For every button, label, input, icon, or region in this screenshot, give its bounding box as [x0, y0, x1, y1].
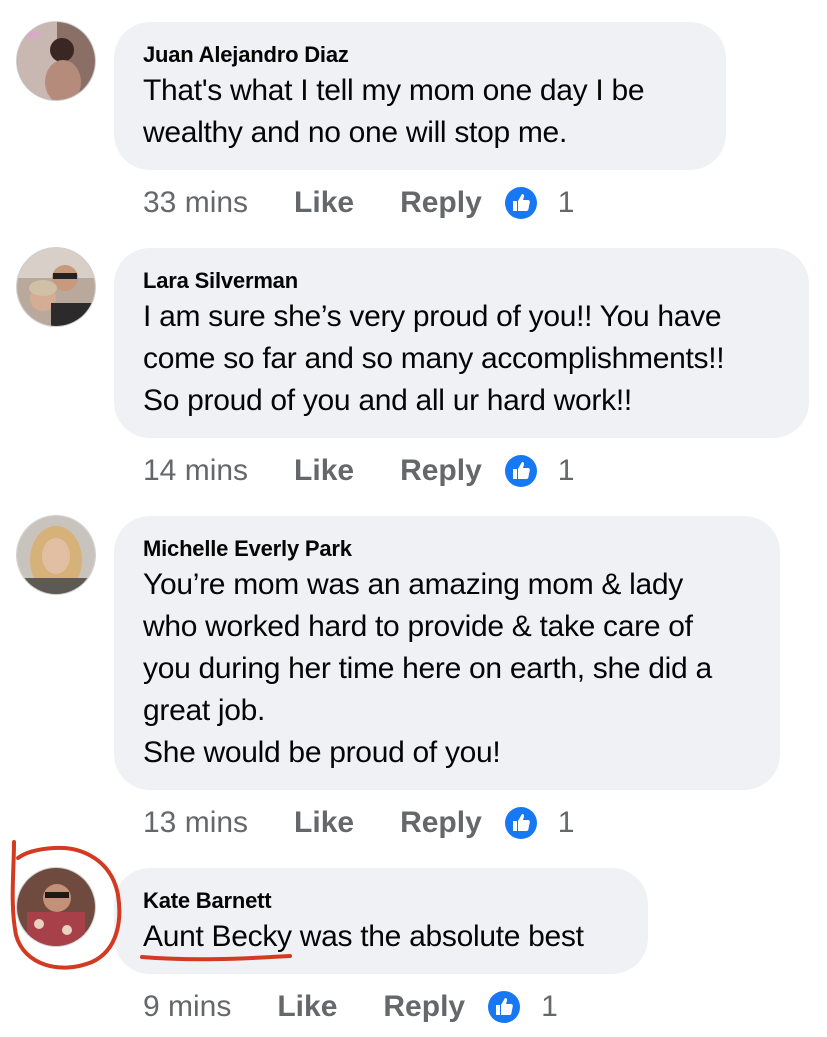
comment-text: I am sure she’s very proud of you!! You … — [143, 300, 725, 417]
comment-text: Aunt Becky was the absolute best — [143, 920, 584, 953]
thumbs-up-icon[interactable] — [504, 186, 538, 220]
avatar[interactable] — [17, 22, 95, 100]
reply-button[interactable]: Reply — [400, 454, 482, 488]
comment-text: You’re mom was an amazing mom & lady who… — [143, 568, 712, 769]
comment-timestamp[interactable]: 9 mins — [143, 990, 231, 1024]
comment-bubble: Michelle Everly Park You’re mom was an a… — [114, 516, 780, 790]
avatar[interactable] — [17, 868, 95, 946]
reaction-count[interactable]: 1 — [558, 186, 575, 220]
comment-actions: 13 mins Like Reply 1 — [143, 803, 574, 843]
comment-actions: 33 mins Like Reply 1 — [143, 183, 574, 223]
avatar[interactable] — [17, 248, 95, 326]
like-button[interactable]: Like — [294, 806, 354, 840]
reaction-count[interactable]: 1 — [541, 990, 558, 1024]
comment-timestamp[interactable]: 33 mins — [143, 186, 248, 220]
thumbs-up-icon[interactable] — [487, 990, 521, 1024]
comment-author[interactable]: Kate Barnett — [143, 886, 619, 916]
reply-button[interactable]: Reply — [400, 806, 482, 840]
avatar[interactable] — [17, 516, 95, 594]
thumbs-up-icon[interactable] — [504, 454, 538, 488]
comment-actions: 14 mins Like Reply 1 — [143, 451, 574, 491]
comment-bubble: Lara Silverman I am sure she’s very prou… — [114, 248, 809, 438]
comment-bubble: Kate Barnett Aunt Becky was the absolute… — [114, 868, 648, 974]
like-button[interactable]: Like — [294, 186, 354, 220]
reply-button[interactable]: Reply — [400, 186, 482, 220]
reaction-count[interactable]: 1 — [558, 806, 575, 840]
comment-actions: 9 mins Like Reply 1 — [143, 987, 558, 1027]
comment-timestamp[interactable]: 13 mins — [143, 806, 248, 840]
comment-bubble: Juan Alejandro Diaz That's what I tell m… — [114, 22, 726, 170]
comment-author[interactable]: Juan Alejandro Diaz — [143, 40, 697, 70]
comment-timestamp[interactable]: 14 mins — [143, 454, 248, 488]
like-button[interactable]: Like — [294, 454, 354, 488]
reply-button[interactable]: Reply — [383, 990, 465, 1024]
like-button[interactable]: Like — [277, 990, 337, 1024]
thumbs-up-icon[interactable] — [504, 806, 538, 840]
comment-author[interactable]: Michelle Everly Park — [143, 534, 751, 564]
comment-text: That's what I tell my mom one day I be w… — [143, 74, 645, 149]
comment-author[interactable]: Lara Silverman — [143, 266, 780, 296]
reaction-count[interactable]: 1 — [558, 454, 575, 488]
